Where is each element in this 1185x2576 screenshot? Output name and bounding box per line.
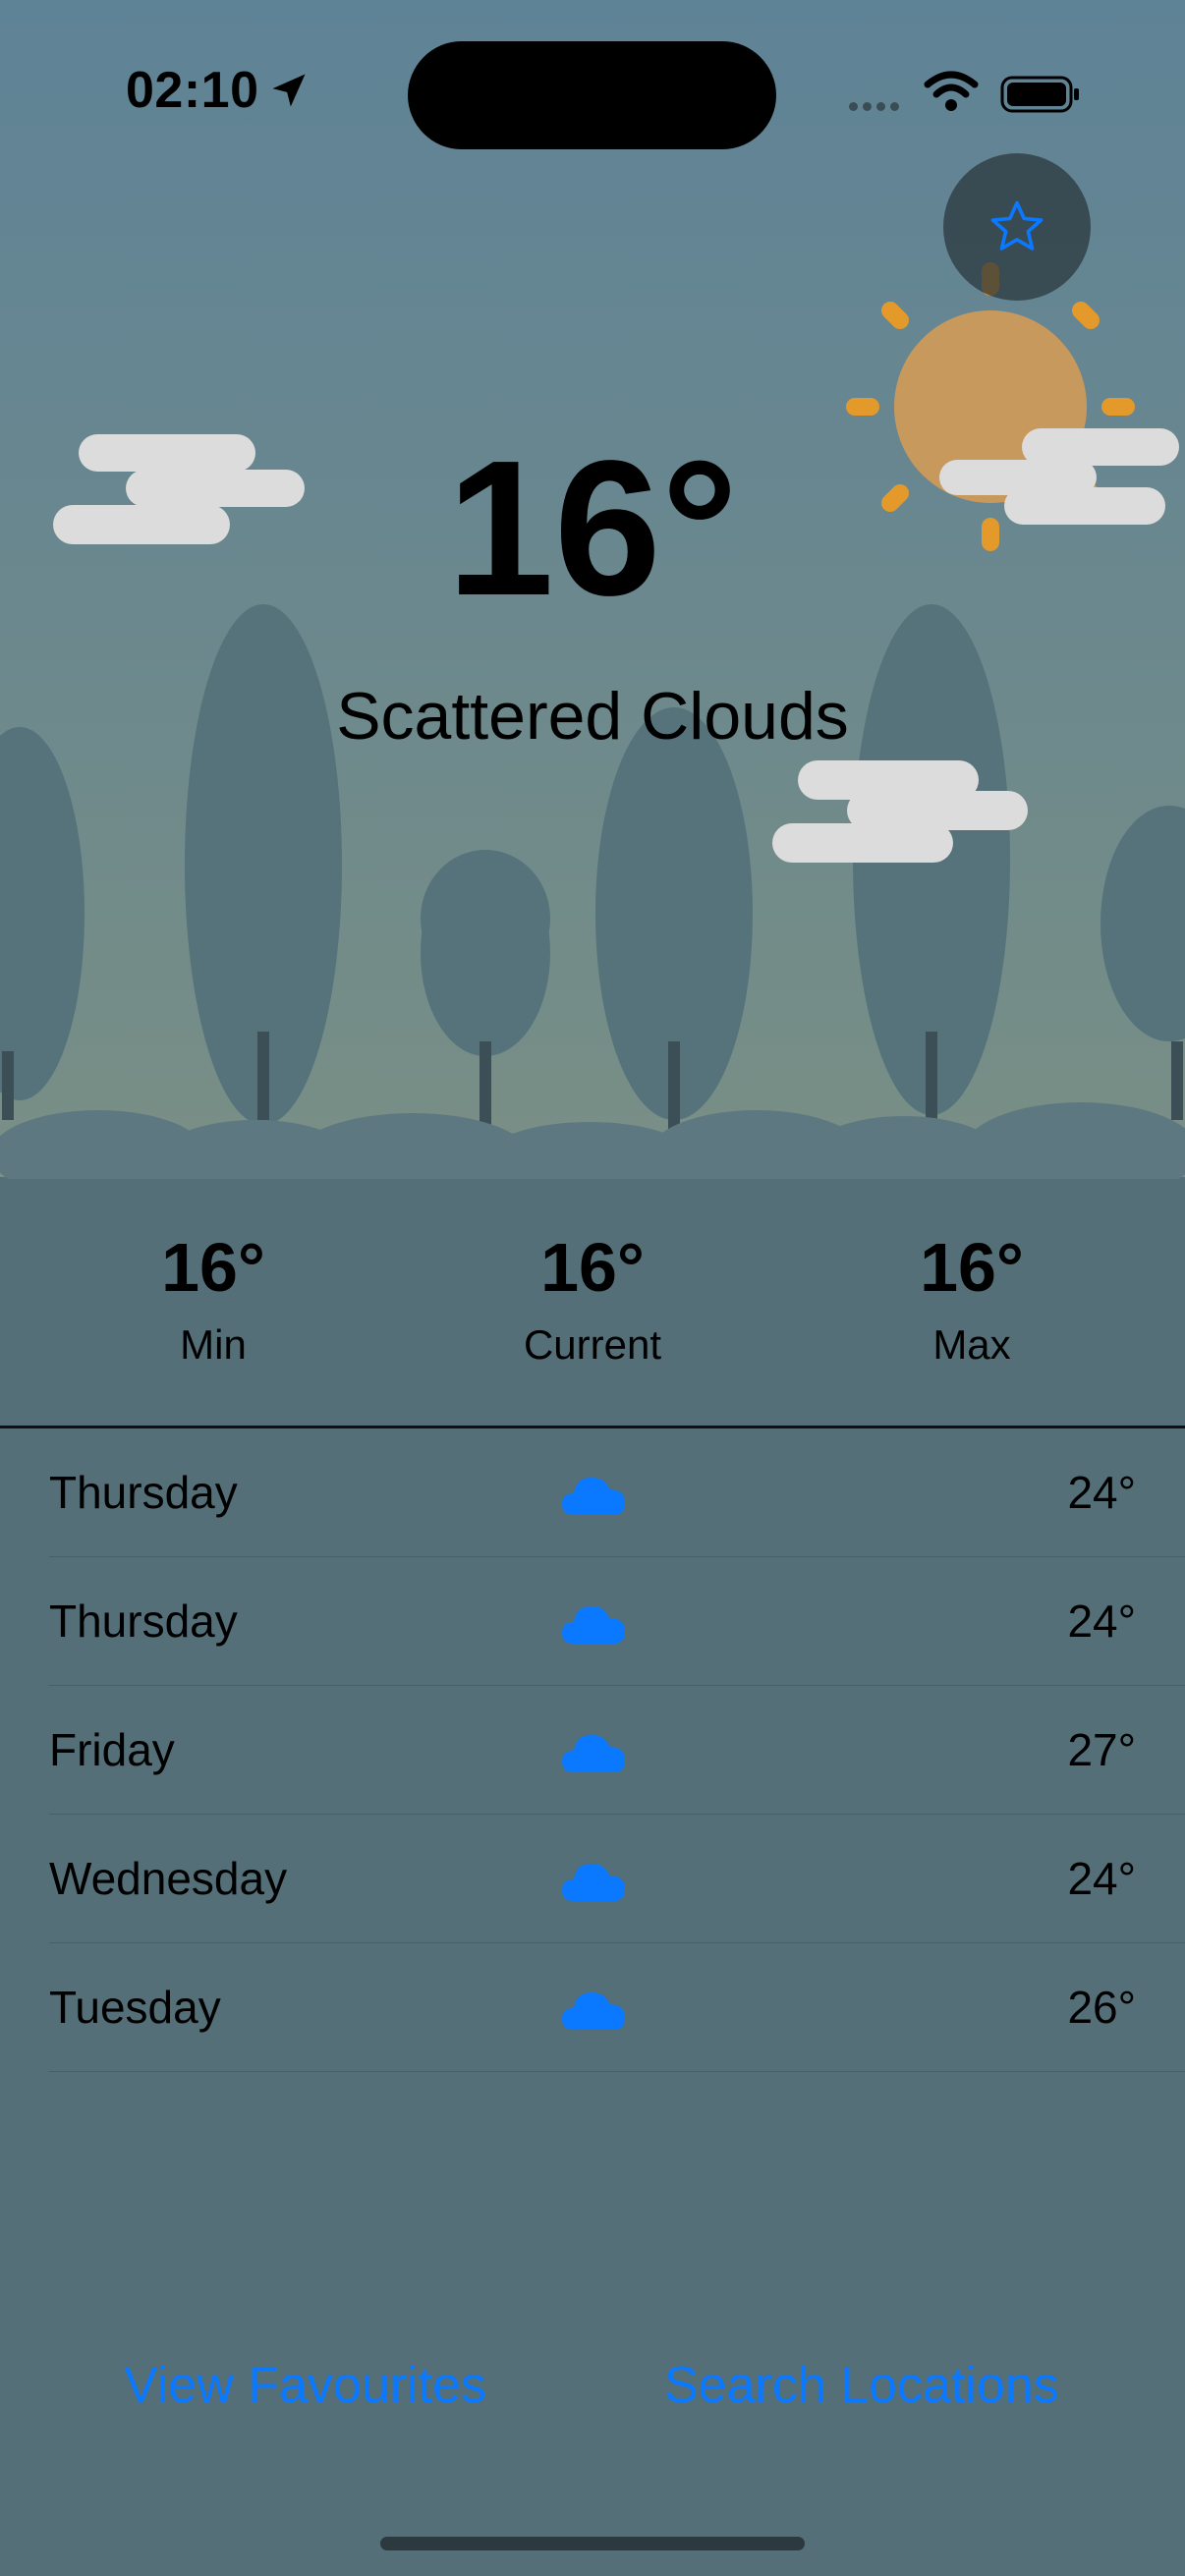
cloud-icon [562,1735,625,1772]
weather-condition: Scattered Clouds [336,679,849,754]
forecast-day: Thursday [49,1596,238,1647]
view-favourites-link[interactable]: View Favourites [124,2356,486,2415]
weather-screen: 02:10 16° Scattered Clouds 16° Min 16° C… [0,0,1185,2576]
home-indicator[interactable] [380,2537,805,2550]
forecast-row[interactable]: Thursday 24° [49,1428,1185,1557]
cloud-icon [562,1478,625,1515]
wifi-icon [924,71,979,111]
stat-value: 16° [920,1229,1024,1306]
forecast-temp: 24° [1067,1853,1136,1904]
location-arrow-icon [272,74,306,107]
forecast-day: Thursday [49,1467,238,1518]
forecast-row[interactable]: Tuesday 26° [49,1943,1185,2072]
stat-max: 16° Max [775,1233,1168,1369]
stat-current: 16° Current [396,1233,789,1369]
stat-label: Current [523,1321,662,1368]
cloud-icon [562,1992,625,2030]
search-locations-link[interactable]: Search Locations [664,2356,1059,2415]
forecast-temp: 26° [1067,1982,1136,2033]
forecast-temp: 24° [1067,1467,1136,1518]
forecast-day: Tuesday [49,1982,221,2033]
dynamic-island [408,41,776,149]
stat-value: 16° [540,1229,645,1306]
stat-min: 16° Min [17,1233,410,1369]
forecast-day: Wednesday [49,1853,288,1904]
stat-label: Max [932,1321,1011,1368]
star-icon [990,200,1044,251]
stat-value: 16° [161,1229,265,1306]
add-favourite-button[interactable] [943,153,1091,301]
forecast-row[interactable]: Thursday 24° [49,1557,1185,1686]
forecast-temp: 27° [1067,1724,1136,1775]
forecast-row[interactable]: Wednesday 24° [49,1815,1185,1943]
status-time: 02:10 [126,62,259,119]
forecast-day: Friday [49,1724,175,1775]
forecast-row[interactable]: Friday 27° [49,1686,1185,1815]
cloud-icon [562,1606,625,1644]
battery-icon [1000,76,1079,113]
forecast-list: Thursday 24° Thursday 24° Friday 27° Wed… [0,1428,1185,2072]
signal-icon [849,98,904,116]
temperature-stats: 16° Min 16° Current 16° Max [0,1233,1185,1380]
cloud-icon [562,1864,625,1901]
forecast-temp: 24° [1067,1596,1136,1647]
stat-label: Min [180,1321,247,1368]
current-temperature: 16° [446,420,739,636]
